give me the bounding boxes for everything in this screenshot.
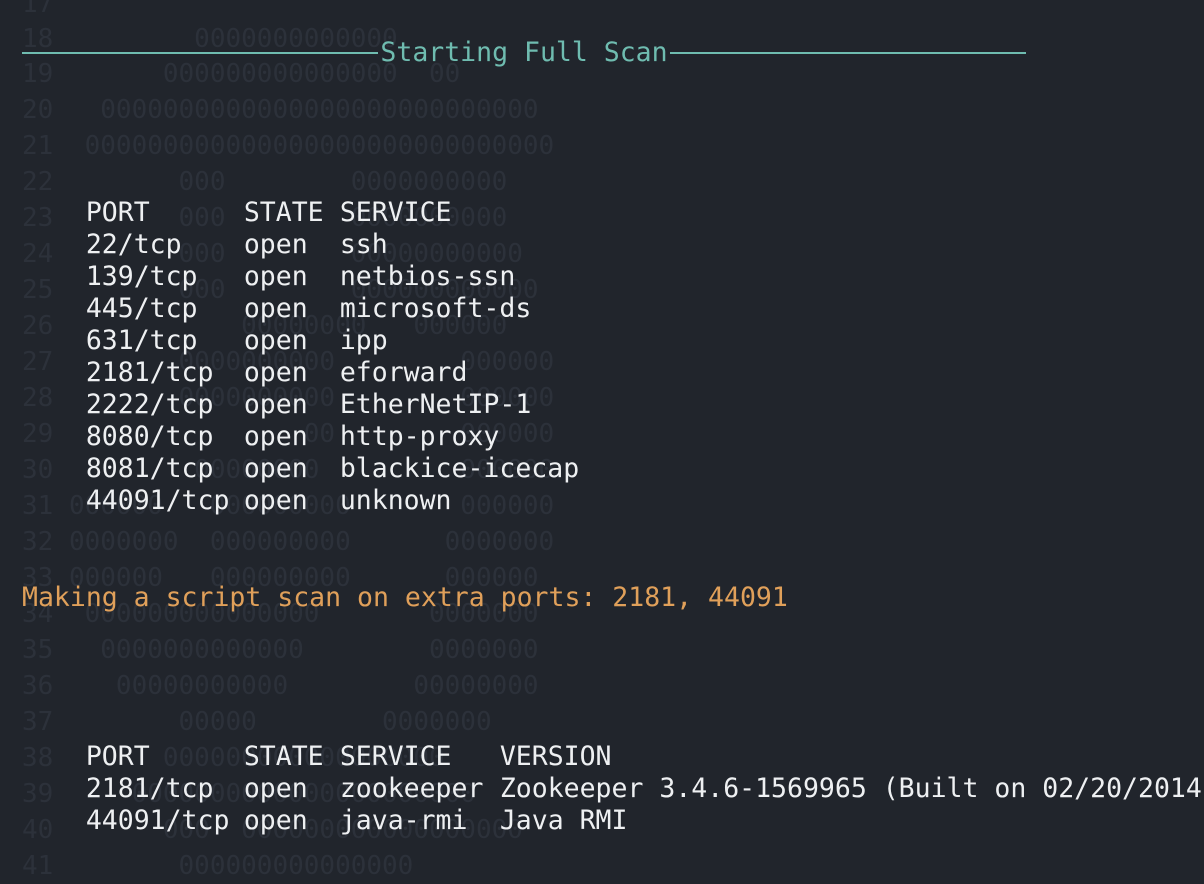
table2-row: 2181/tcp open zookeeper Zookeeper 3.4.6-156… xyxy=(22,741,1204,804)
service-cell: unknown xyxy=(339,485,452,516)
port-cell: 44091/tcp xyxy=(85,485,230,516)
terminal-output[interactable]: Starting Full Scan PORT STATE SERVICE 22/t… xyxy=(0,0,1204,866)
table1-row: 8080/tcp open http-proxy xyxy=(22,389,500,452)
table1-row: 8081/tcp open blackice-icecap xyxy=(22,421,579,484)
rule-line-right xyxy=(669,52,1026,54)
table1-row: 445/tcp open microsoft-ds xyxy=(22,261,531,324)
scan-title-rule: Starting Full Scan xyxy=(22,34,1026,72)
scan-title: Starting Full Scan xyxy=(380,37,668,68)
service-cell: java-rmi xyxy=(339,805,468,836)
table1-row: 2181/tcp open eforward xyxy=(22,325,500,388)
state-cell: open xyxy=(243,485,308,516)
table1-row: 44091/tcp open unknown xyxy=(22,453,500,516)
table2-row: 44091/tcp open java-rmi Java RMI xyxy=(22,773,628,836)
table2-header: PORT STATE SERVICE VERSION xyxy=(22,709,612,772)
script-scan-notice: Making a script scan on extra ports: 218… xyxy=(22,582,788,613)
table1-row: 631/tcp open ipp xyxy=(22,293,500,356)
table1-header: PORT STATE SERVICE xyxy=(22,165,500,228)
rule-line-left xyxy=(22,52,379,54)
port-cell: 44091/tcp xyxy=(85,805,230,836)
state-cell: open xyxy=(243,805,308,836)
version-cell: Java RMI xyxy=(499,805,628,836)
table1-row: 22/tcp open ssh xyxy=(22,197,500,260)
table1-row: 2222/tcp open EtherNetIP-1 xyxy=(22,357,531,420)
table1-row: 139/tcp open netbios-ssn xyxy=(22,229,516,292)
